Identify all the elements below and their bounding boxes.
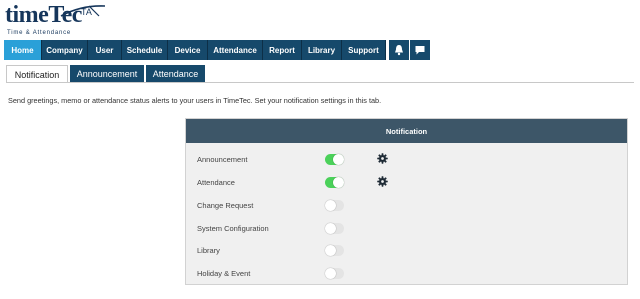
- gear-icon[interactable]: [377, 153, 388, 164]
- chat-bubble-icon[interactable]: [410, 40, 430, 60]
- gear-icon[interactable]: [377, 176, 388, 187]
- row-label: Change Request: [197, 201, 254, 210]
- nav-report[interactable]: Report: [263, 40, 302, 60]
- notification-row-holiday-event: Holiday & Event: [197, 266, 617, 280]
- row-label: Library: [197, 246, 220, 255]
- tab-divider: [6, 82, 634, 83]
- row-label: Announcement: [197, 155, 248, 164]
- nav-support[interactable]: Support: [342, 40, 386, 60]
- announcement-toggle[interactable]: [325, 154, 344, 165]
- tab-announcement[interactable]: Announcement: [70, 65, 144, 83]
- holiday-event-toggle[interactable]: [325, 268, 344, 279]
- panel-title: Notification: [186, 119, 627, 143]
- notification-row-system-configuration: System Configuration: [197, 221, 617, 235]
- row-label: Holiday & Event: [197, 269, 251, 278]
- logo-ta: TA: [81, 7, 92, 17]
- change-request-toggle[interactable]: [325, 200, 344, 211]
- notification-panel: Notification Announcement Attendance Cha…: [185, 118, 628, 285]
- tab-attendance[interactable]: Attendance: [146, 65, 205, 83]
- notification-row-change-request: Change Request: [197, 198, 617, 212]
- row-label: System Configuration: [197, 224, 269, 233]
- notification-row-attendance: Attendance: [197, 175, 617, 189]
- logo-tagline: Time & Attendance: [7, 30, 72, 36]
- nav-attendance[interactable]: Attendance: [208, 40, 263, 60]
- tab-description: Send greetings, memo or attendance statu…: [8, 96, 382, 105]
- main-nav: Home Company User Schedule Device Attend…: [4, 40, 430, 60]
- notification-row-announcement: Announcement: [197, 152, 617, 166]
- nav-schedule[interactable]: Schedule: [122, 40, 168, 60]
- nav-user[interactable]: User: [88, 40, 122, 60]
- library-toggle[interactable]: [325, 245, 344, 256]
- nav-device[interactable]: Device: [168, 40, 208, 60]
- nav-company[interactable]: Company: [42, 40, 88, 60]
- nav-library[interactable]: Library: [302, 40, 342, 60]
- system-configuration-toggle[interactable]: [325, 223, 344, 234]
- bell-icon[interactable]: [389, 40, 409, 60]
- tab-notification[interactable]: Notification: [6, 65, 68, 83]
- attendance-toggle[interactable]: [325, 177, 344, 188]
- nav-home[interactable]: Home: [4, 40, 42, 60]
- row-label: Attendance: [197, 178, 235, 187]
- notification-row-library: Library: [197, 243, 617, 257]
- tab-bar: Notification Announcement Attendance: [6, 65, 207, 83]
